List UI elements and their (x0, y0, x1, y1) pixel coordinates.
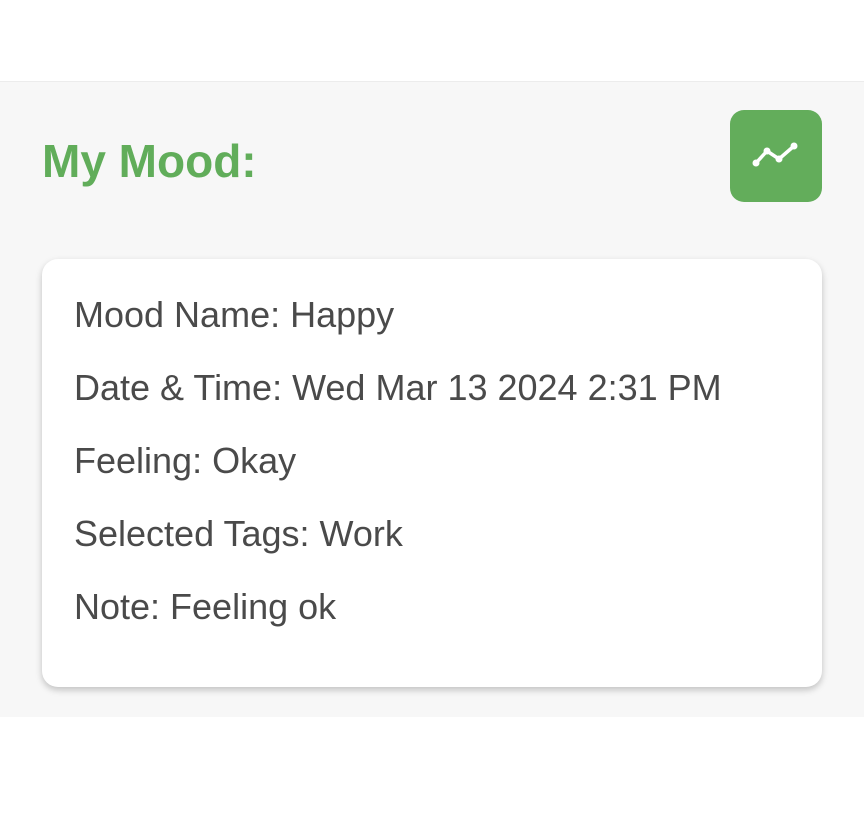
mood-name-label: Mood Name: (74, 294, 291, 335)
mood-screen: My Mood: Mood Name: Happy Date & Time: W… (0, 82, 864, 717)
note-row: Note: Feeling ok (74, 585, 790, 658)
mood-chart-button[interactable] (730, 110, 822, 202)
feeling-row: Feeling: Okay (74, 439, 790, 512)
mood-name-value: Happy (290, 294, 395, 335)
page-title: My Mood: (42, 135, 257, 187)
bottom-area (0, 717, 864, 829)
note-value: Feeling ok (170, 586, 337, 627)
datetime-row: Date & Time: Wed Mar 13 2024 2:31 PM (74, 366, 790, 439)
feeling-value: Okay (212, 440, 297, 481)
tags-row: Selected Tags: Work (74, 512, 790, 585)
mood-entry-card[interactable]: Mood Name: Happy Date & Time: Wed Mar 13… (42, 259, 822, 687)
datetime-label: Date & Time: (74, 367, 293, 408)
mood-name-row: Mood Name: Happy (74, 293, 790, 366)
tags-value: Work (319, 513, 403, 554)
top-bar (0, 0, 864, 82)
datetime-value: Wed Mar 13 2024 2:31 PM (292, 367, 722, 408)
note-label: Note: (74, 586, 171, 627)
trend-line-chart-icon (752, 142, 798, 167)
feeling-label: Feeling: (74, 440, 213, 481)
tags-label: Selected Tags: (74, 513, 320, 554)
